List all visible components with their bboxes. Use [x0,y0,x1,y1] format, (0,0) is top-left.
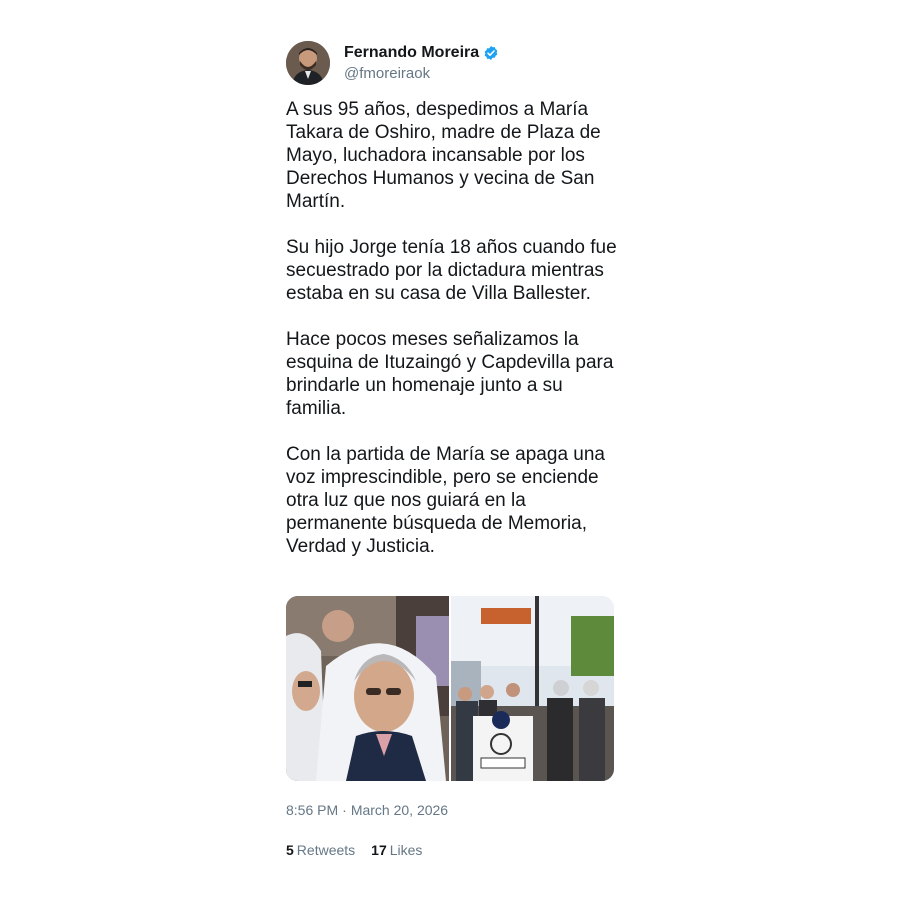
likes-stat[interactable]: 17 Likes [371,842,422,858]
retweets-label: Retweets [296,842,356,858]
tweet-media [286,596,614,781]
tweet-timestamp[interactable]: 8:56 PM · March 20, 2026 [286,802,448,818]
likes-count: 17 [371,842,387,858]
author-block: Fernando Moreira @fmoreiraok [344,42,499,84]
tweet-paragraph: Su hijo Jorge tenía 18 años cuando fue s… [286,237,617,304]
tweet-stats: 5 Retweets 17 Likes [286,842,422,858]
retweets-count: 5 [286,842,294,858]
photo-left[interactable] [286,596,449,781]
photo-right[interactable] [451,596,614,781]
tweet-header: Fernando Moreira @fmoreiraok [286,40,616,86]
author-handle[interactable]: @fmoreiraok [344,64,499,84]
verified-badge-icon [483,45,499,61]
tweet-paragraph: Con la partida de María se apaga una voz… [286,444,605,557]
likes-label: Likes [389,842,423,858]
tweet-paragraph: Hace pocos meses señalizamos la esquina … [286,329,614,419]
retweets-stat[interactable]: 5 Retweets [286,842,355,858]
timestamp-separator: · [342,802,347,818]
author-name[interactable]: Fernando Moreira [344,44,479,62]
tweet-paragraph: A sus 95 años, despedimos a María Takara… [286,99,601,212]
tweet-text: A sus 95 años, despedimos a María Takara… [286,98,618,558]
tweet-time: 8:56 PM [286,802,339,818]
name-row: Fernando Moreira [344,42,499,64]
avatar[interactable] [286,41,330,85]
tweet-date: March 20, 2026 [350,802,449,818]
tweet-card: Fernando Moreira @fmoreiraok A sus 95 añ… [286,40,618,858]
